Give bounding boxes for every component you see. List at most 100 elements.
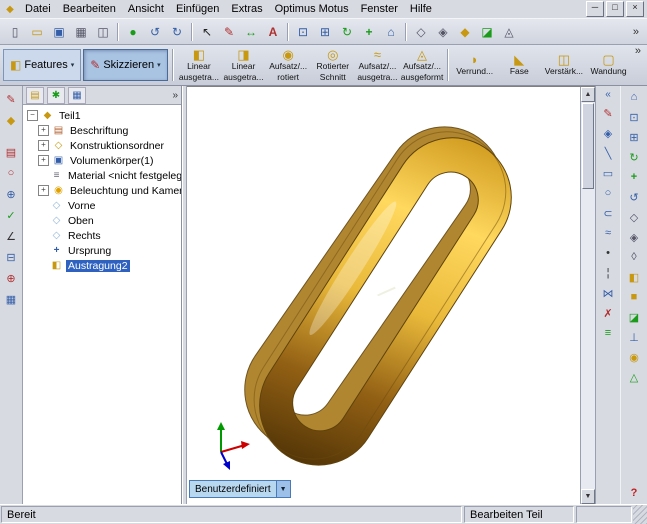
point-icon[interactable]: • [599, 244, 618, 262]
mirror-icon[interactable]: ⋈ [599, 284, 618, 302]
open-folder-icon[interactable]: ▭ [26, 21, 48, 43]
note-icon[interactable]: ▤ [2, 143, 21, 161]
help-icon[interactable]: ? [625, 484, 644, 502]
zoom-area-icon[interactable]: ⊞ [314, 21, 336, 43]
pan-icon[interactable]: + [625, 168, 644, 186]
rectangle-icon[interactable]: ▭ [599, 164, 618, 182]
spline-icon[interactable]: ≈ [599, 224, 618, 242]
toolbar-overflow-chevron[interactable]: » [629, 26, 643, 38]
zoom-area-icon[interactable]: ⊞ [625, 128, 644, 146]
view-orientation-selector[interactable]: Benutzerdefiniert ▼ [189, 480, 291, 498]
expand-icon[interactable]: + [38, 125, 49, 136]
section-view-icon[interactable]: ◪ [625, 308, 644, 326]
tree-item-ursprung[interactable]: + Ursprung [25, 243, 181, 258]
expand-icon[interactable]: + [38, 155, 49, 166]
print-icon[interactable]: ▦ [70, 21, 92, 43]
menu-ansicht[interactable]: Ansicht [122, 2, 170, 16]
scrollbar-thumb[interactable] [582, 103, 594, 189]
shaded-with-edges-icon[interactable]: ◧ [625, 268, 644, 286]
offset-icon[interactable]: ≡ [599, 324, 618, 342]
collapse-panel-chevron[interactable]: « [605, 88, 611, 102]
perspective-icon[interactable]: ◬ [498, 21, 520, 43]
zoom-fit-icon[interactable]: ⊡ [625, 108, 644, 126]
previous-view-icon[interactable]: ↺ [625, 188, 644, 206]
appearance-icon[interactable]: ◉ [625, 348, 644, 366]
shaded-icon[interactable]: ◆ [454, 21, 476, 43]
resize-grip[interactable] [633, 505, 647, 524]
tree-item-material[interactable]: ≡ Material <nicht festgelegt> [25, 168, 181, 183]
sketch-icon[interactable]: ✎ [599, 104, 618, 122]
smart-dimension-icon[interactable]: ◈ [599, 124, 618, 142]
section-view-icon[interactable]: ◪ [476, 21, 498, 43]
dimension-tool-icon[interactable]: ◆ [2, 111, 21, 129]
chamfer-button[interactable]: ◣ Fase [497, 45, 542, 85]
redo-icon[interactable]: ↻ [166, 21, 188, 43]
shell-button[interactable]: ▢ Wandung [586, 45, 631, 85]
menu-extras[interactable]: Extras [225, 2, 268, 16]
extruded-cut-button[interactable]: ◨ Linear ausgetra... [221, 45, 266, 85]
trim-icon[interactable]: ✗ [599, 304, 618, 322]
viewport-canvas[interactable]: Benutzerdefiniert ▼ [187, 87, 580, 504]
minimize-button[interactable]: ─ [586, 1, 604, 17]
tree-item-rechts[interactable]: ◇ Rechts [25, 228, 181, 243]
close-button[interactable]: × [626, 1, 644, 17]
tree-item-beschriftung[interactable]: + ▤ Beschriftung [25, 123, 181, 138]
annotation-icon[interactable]: A [262, 21, 284, 43]
arc-icon[interactable]: ⊂ [599, 204, 618, 222]
tree-item-austragung2[interactable]: ◧ Austragung2 [25, 258, 181, 273]
collapse-icon[interactable]: − [27, 110, 38, 121]
design-table-icon[interactable]: ▦ [2, 290, 21, 308]
revolved-boss-button[interactable]: ◉ Aufsatz/... rotiert [266, 45, 311, 85]
rebuild-icon[interactable]: ● [122, 21, 144, 43]
configurationmanager-tab-icon[interactable]: ▦ [68, 87, 86, 104]
tree-item-oben[interactable]: ◇ Oben [25, 213, 181, 228]
menu-optimus-motus[interactable]: Optimus Motus [269, 2, 355, 16]
circle-icon[interactable]: ○ [599, 184, 618, 202]
select-icon[interactable]: ↖ [196, 21, 218, 43]
menu-fenster[interactable]: Fenster [355, 2, 404, 16]
hidden-lines-visible-icon[interactable]: ◈ [625, 228, 644, 246]
normal-to-icon[interactable]: ⊥ [625, 328, 644, 346]
standard-views-icon[interactable]: ⌂ [380, 21, 402, 43]
wireframe-icon[interactable]: ◇ [410, 21, 432, 43]
revolved-cut-button[interactable]: ◎ Rotierter Schnitt [310, 45, 355, 85]
weld-symbol-icon[interactable]: ∠ [2, 227, 21, 245]
center-mark-icon[interactable]: ⊕ [2, 269, 21, 287]
featuremanager-tab-icon[interactable]: ▤ [26, 87, 44, 104]
panel-overflow-chevron[interactable]: » [172, 90, 178, 101]
tree-item-beleuchtung-und-kameras[interactable]: + ◉ Beleuchtung und Kameras [25, 183, 181, 198]
hidden-lines-icon[interactable]: ◈ [432, 21, 454, 43]
view-orientation-icon[interactable]: ⌂ [625, 88, 644, 106]
expand-icon[interactable]: + [38, 140, 49, 151]
print-preview-icon[interactable]: ◫ [92, 21, 114, 43]
wireframe-icon[interactable]: ◇ [625, 208, 644, 226]
shaded-icon[interactable]: ■ [625, 288, 644, 306]
menu-datei[interactable]: Datei [19, 2, 57, 16]
propertymanager-tab-icon[interactable]: ✱ [47, 87, 65, 104]
fillet-button[interactable]: ◗ Verrund... [452, 45, 497, 85]
tree-item-vorne[interactable]: ◇ Vorne [25, 198, 181, 213]
menu-bearbeiten[interactable]: Bearbeiten [57, 2, 122, 16]
new-document-icon[interactable]: ▯ [4, 21, 26, 43]
sketch-icon[interactable]: ✎ [218, 21, 240, 43]
menu-einfuegen[interactable]: Einfügen [170, 2, 225, 16]
hidden-lines-removed-icon[interactable]: ◊ [625, 248, 644, 266]
dimension-icon[interactable]: ↔ [240, 21, 262, 43]
surface-finish-icon[interactable]: ✓ [2, 206, 21, 224]
undo-icon[interactable]: ↺ [144, 21, 166, 43]
chevron-down-icon[interactable]: ▾ [71, 61, 75, 69]
scroll-up-icon[interactable]: ▲ [581, 87, 595, 102]
tree-item-volumenkoerper[interactable]: + ▣ Volumenkörper(1) [25, 153, 181, 168]
centerline-icon[interactable]: ¦ [599, 264, 618, 282]
tree-item-konstruktionsordner[interactable]: + ◇ Konstruktionsordner [25, 138, 181, 153]
balloon-icon[interactable]: ○ [2, 164, 21, 182]
scroll-down-icon[interactable]: ▼ [581, 489, 595, 504]
features-tab[interactable]: ◧ Features ▾ [3, 49, 81, 81]
save-icon[interactable]: ▣ [48, 21, 70, 43]
scrollbar-track[interactable] [581, 102, 595, 489]
rotate-view-icon[interactable]: ↻ [625, 148, 644, 166]
pan-icon[interactable]: + [358, 21, 380, 43]
datum-feature-icon[interactable]: ⊟ [2, 248, 21, 266]
zoom-fit-icon[interactable]: ⊡ [292, 21, 314, 43]
chevron-down-icon[interactable]: ▼ [276, 481, 290, 497]
